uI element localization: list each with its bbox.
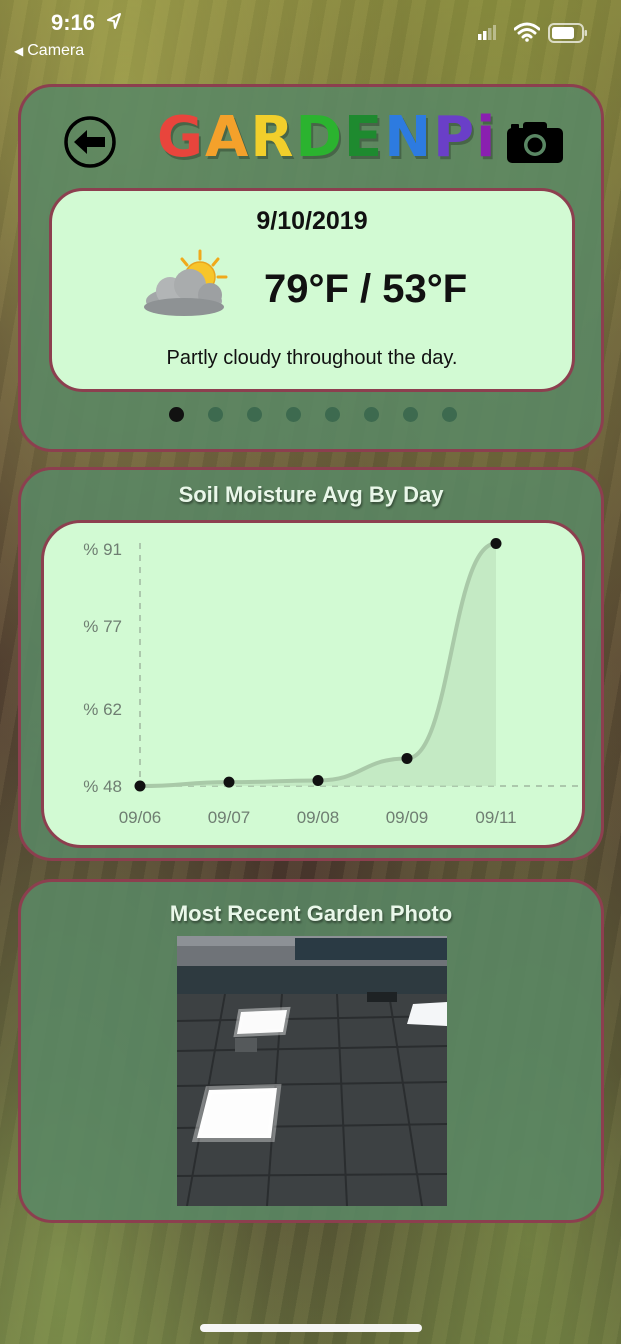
logo-letter: A [204, 105, 251, 170]
logo-letter: N [384, 105, 434, 170]
page-dot[interactable] [325, 407, 340, 422]
garden-photo-image [177, 936, 447, 1206]
data-point [134, 780, 146, 792]
data-point [223, 776, 235, 788]
back-arrow-icon[interactable] [63, 115, 117, 169]
logo-letter: D [295, 105, 344, 170]
weather-temperature: 79°F / 53°F [264, 267, 468, 311]
signal-icon [478, 25, 496, 40]
y-tick-label: % 62 [83, 700, 122, 719]
app-logo: GARDENPi [157, 105, 497, 170]
soil-moisture-chart: % 91 % 77 % 62 % 48 09/06 09/07 09/08 09/09 09/1… [83, 537, 582, 827]
y-tick-label: % 91 [83, 540, 122, 559]
logo-letter: G [157, 105, 205, 170]
weather-panel[interactable]: 9/10/2019 79°F / 53°F Partly cloudy thro… [49, 188, 575, 392]
chart-title: Soil Moisture Avg By Day [178, 482, 444, 507]
page-dot[interactable] [247, 407, 262, 422]
logo-letter: E [343, 105, 385, 170]
status-bar: 9:16 ◀ Camera [0, 0, 621, 70]
status-time: 9:16 [51, 10, 96, 35]
x-tick-label: 09/08 [297, 808, 340, 827]
x-tick-label: 09/06 [119, 808, 162, 827]
y-tick-label: % 77 [83, 617, 122, 636]
x-tick-label: 09/09 [386, 808, 429, 827]
data-point [401, 752, 413, 764]
garden-photo[interactable] [177, 936, 447, 1206]
page-dot[interactable] [364, 407, 379, 422]
page-dot[interactable] [442, 407, 457, 422]
photo-title: Most Recent Garden Photo [169, 901, 453, 926]
x-tick-label: 09/11 [475, 808, 516, 827]
wifi-icon [514, 22, 540, 42]
soil-moisture-card: Soil Moisture Avg By Day % 91 % 77 % 62 % 4… [18, 467, 604, 861]
weather-description: Partly cloudy throughout the day. [166, 347, 458, 369]
page-dot[interactable] [286, 407, 301, 422]
series-area [140, 543, 496, 786]
partly-cloudy-icon [144, 249, 228, 316]
data-point [490, 537, 502, 549]
x-tick-label: 09/07 [208, 808, 251, 827]
home-indicator[interactable] [200, 1324, 422, 1332]
back-triangle-icon: ◀ [14, 44, 24, 58]
data-point [312, 774, 324, 786]
logo-letter: P [433, 105, 477, 170]
y-tick-label: % 48 [83, 777, 122, 796]
camera-icon[interactable] [507, 121, 563, 163]
weather-date: 9/10/2019 [256, 207, 368, 235]
back-to-app-link[interactable]: ◀ Camera [14, 42, 84, 60]
back-app-label: Camera [27, 42, 85, 59]
battery-icon [548, 23, 587, 43]
location-arrow-icon [107, 13, 121, 29]
page-dot[interactable] [169, 407, 184, 422]
chart-panel: % 91 % 77 % 62 % 48 09/06 09/07 09/08 09/09 09/1… [41, 520, 585, 848]
logo-letter: R [250, 105, 296, 170]
page-dot[interactable] [208, 407, 223, 422]
garden-photo-card: Most Recent Garden Photo [18, 879, 604, 1223]
page-dot[interactable] [403, 407, 418, 422]
logo-letter: i [476, 105, 498, 170]
weather-card: GARDENPi 9/10/2019 79°F / 53°F Partly cl… [18, 84, 604, 452]
